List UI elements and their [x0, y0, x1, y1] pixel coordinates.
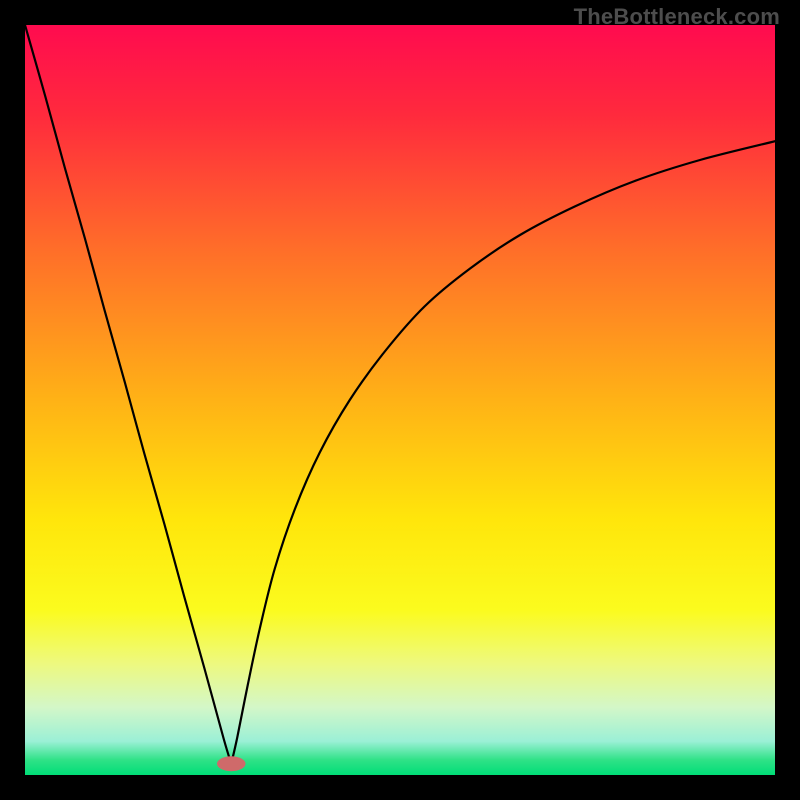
plot-area: [25, 25, 775, 775]
watermark-text: TheBottleneck.com: [574, 4, 780, 30]
bottleneck-marker: [217, 756, 246, 771]
gradient-background: [25, 25, 775, 775]
chart-frame: TheBottleneck.com: [0, 0, 800, 800]
bottleneck-curve-chart: [25, 25, 775, 775]
